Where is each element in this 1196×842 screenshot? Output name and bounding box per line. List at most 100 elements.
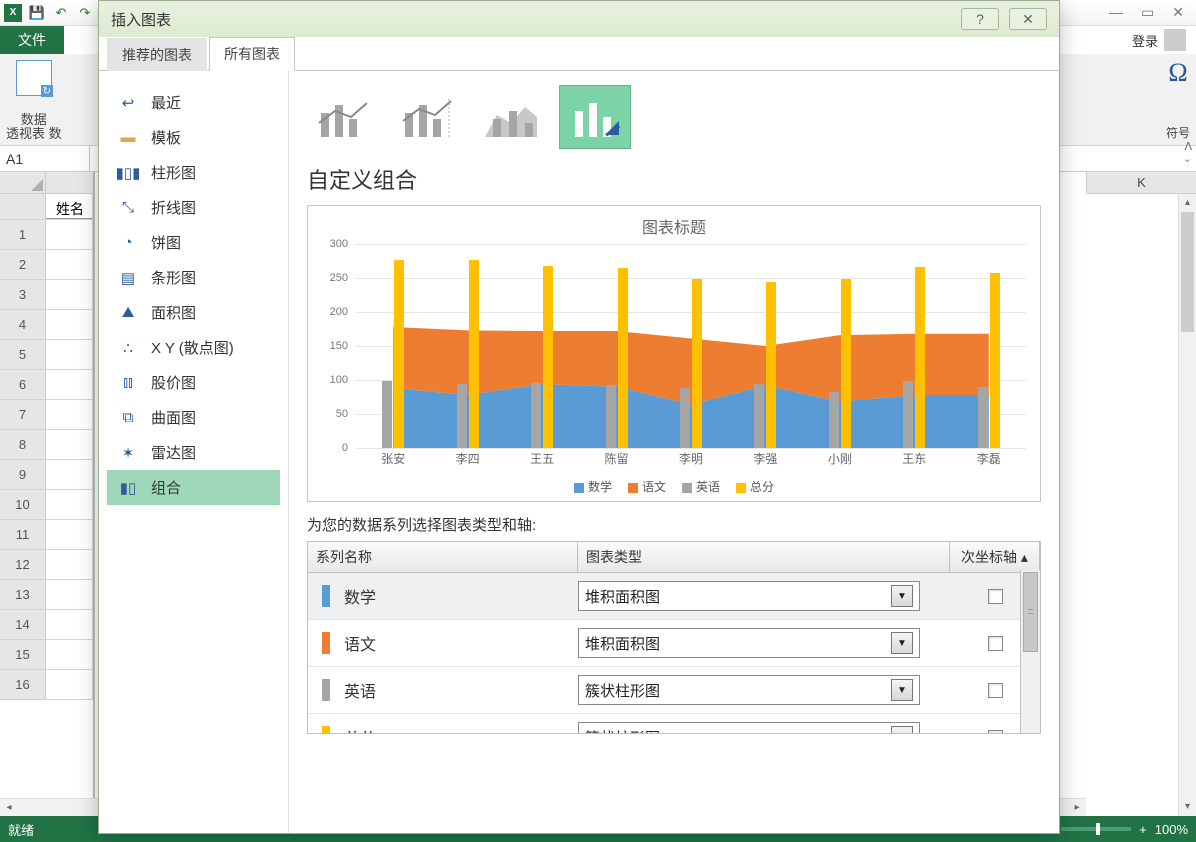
chart-legend: 数学 语文 英语 总分 xyxy=(318,478,1030,495)
dialog-titlebar: 插入图表 ? ✕ xyxy=(99,1,1059,37)
combo-subtype-custom[interactable] xyxy=(559,85,631,149)
category-label: 曲面图 xyxy=(151,407,196,428)
pie-chart-icon: ◔ xyxy=(117,234,139,252)
series-color-chip xyxy=(322,585,330,607)
login-link[interactable]: 登录 xyxy=(1132,31,1158,50)
save-icon[interactable]: 💾 xyxy=(28,4,46,22)
series-name: 总分 xyxy=(344,725,376,733)
series-table-scrollbar[interactable] xyxy=(1020,570,1040,733)
omega-icon[interactable]: Ω xyxy=(1168,58,1187,88)
undo-icon[interactable]: ↶ xyxy=(52,4,70,22)
zoom-slider[interactable] xyxy=(1061,827,1131,831)
column-header-A[interactable] xyxy=(46,172,93,193)
category-label: 折线图 xyxy=(151,197,196,218)
chart-type-select-chinese[interactable]: 堆积面积图▼ xyxy=(578,628,920,658)
pivot-table-icon[interactable] xyxy=(16,60,52,96)
secondary-axis-checkbox-math[interactable] xyxy=(988,589,1003,604)
series-row-chinese[interactable]: 语文 堆积面积图▼ xyxy=(308,620,1040,667)
category-stock[interactable]: ⫾⫾股价图 xyxy=(107,365,280,400)
scroll-thumb[interactable] xyxy=(1023,572,1038,652)
ribbon-group-pivot[interactable]: 数据 透视表 数 xyxy=(6,58,62,141)
combo-subtype-3[interactable] xyxy=(475,85,547,149)
dialog-help-button[interactable]: ? xyxy=(961,8,999,30)
series-table: 系列名称 图表类型 次坐标轴 ▴ 数学 堆积面积图▼ 语文 堆积面积图▼ xyxy=(307,541,1041,734)
redo-icon[interactable]: ↷ xyxy=(76,4,94,22)
series-row-total[interactable]: 总分 簇状柱形图▼ xyxy=(308,714,1040,733)
tab-recommended-charts[interactable]: 推荐的图表 xyxy=(107,38,207,71)
category-column[interactable]: ▮▯▮柱形图 xyxy=(107,155,280,190)
series-color-chip xyxy=(322,632,330,654)
file-tab[interactable]: 文件 xyxy=(0,26,64,54)
zoom-level[interactable]: 100% xyxy=(1155,822,1188,837)
col-header-chart-type[interactable]: 图表类型 xyxy=(578,542,950,572)
secondary-axis-checkbox-total[interactable] xyxy=(988,730,1003,734)
combo-subtype-1[interactable] xyxy=(307,85,379,149)
zoom-in-icon[interactable]: + xyxy=(1139,822,1147,837)
vertical-scrollbar[interactable]: ▴ ▾ xyxy=(1178,194,1196,816)
combo-subtype-row xyxy=(307,85,1041,149)
column-header-K[interactable]: K xyxy=(1086,172,1196,194)
category-area[interactable]: ⛰ 面积图 xyxy=(107,295,280,330)
category-surface[interactable]: ⧉曲面图 xyxy=(107,400,280,435)
folder-icon: ▬ xyxy=(117,129,139,147)
scroll-left-icon[interactable]: ◂ xyxy=(0,799,18,816)
avatar-icon[interactable] xyxy=(1164,29,1186,51)
series-color-chip xyxy=(322,726,330,733)
window-minimize-icon[interactable]: — xyxy=(1109,4,1123,21)
col-header-secondary-axis[interactable]: 次坐标轴 ▴ xyxy=(950,542,1040,572)
scroll-up-icon[interactable]: ▴ xyxy=(1179,194,1196,212)
category-label: X Y (散点图) xyxy=(151,337,234,358)
category-recent[interactable]: ↩最近 xyxy=(107,85,280,120)
legend-swatch-chinese xyxy=(628,483,638,493)
combo-value: 簇状柱形图 xyxy=(585,727,660,734)
chart-type-select-total[interactable]: 簇状柱形图▼ xyxy=(578,722,920,733)
category-bar[interactable]: ▤条形图 xyxy=(107,260,280,295)
chart-type-select-english[interactable]: 簇状柱形图▼ xyxy=(578,675,920,705)
formula-expand-icon[interactable]: ⌄ xyxy=(1183,152,1192,165)
category-combo[interactable]: ▮▯组合 xyxy=(107,470,280,505)
combo-value: 堆积面积图 xyxy=(585,633,660,654)
area-chart-icon: ⛰ xyxy=(117,304,139,322)
combo-subtype-2[interactable] xyxy=(391,85,463,149)
section-title: 自定义组合 xyxy=(307,163,1041,195)
chart-type-select-math[interactable]: 堆积面积图▼ xyxy=(578,581,920,611)
category-label: 最近 xyxy=(151,92,181,113)
select-all-corner[interactable] xyxy=(0,172,46,193)
window-restore-icon[interactable]: ▭ xyxy=(1141,4,1154,21)
dropdown-icon: ▼ xyxy=(891,679,913,701)
scroll-right-icon[interactable]: ▸ xyxy=(1068,799,1086,816)
scatter-chart-icon: ∴ xyxy=(117,339,139,357)
symbol-label: 符号 xyxy=(1166,124,1190,141)
status-text: 就绪 xyxy=(8,820,34,839)
scroll-down-icon[interactable]: ▾ xyxy=(1179,798,1196,816)
series-row-math[interactable]: 数学 堆积面积图▼ xyxy=(308,573,1040,620)
tab-all-charts[interactable]: 所有图表 xyxy=(209,37,295,71)
category-label: 雷达图 xyxy=(151,442,196,463)
ribbon-group-symbol[interactable]: Ω 符号 xyxy=(1166,58,1190,141)
combo-chart-icon: ▮▯ xyxy=(117,479,139,497)
secondary-axis-checkbox-english[interactable] xyxy=(988,683,1003,698)
category-label: 饼图 xyxy=(151,232,181,253)
legend-label: 英语 xyxy=(696,480,720,494)
legend-label: 总分 xyxy=(750,480,774,494)
line-chart-icon: ⤡ xyxy=(117,199,139,217)
scroll-thumb[interactable] xyxy=(1181,212,1194,332)
legend-label: 语文 xyxy=(642,480,666,494)
category-scatter[interactable]: ∴ X Y (散点图) xyxy=(107,330,280,365)
secondary-axis-checkbox-chinese[interactable] xyxy=(988,636,1003,651)
series-row-english[interactable]: 英语 簇状柱形图▼ xyxy=(308,667,1040,714)
name-box[interactable]: A1 xyxy=(0,146,90,171)
dialog-close-button[interactable]: ✕ xyxy=(1009,8,1047,30)
bar-chart-icon: ▤ xyxy=(117,269,139,287)
category-label: 股价图 xyxy=(151,372,196,393)
category-templates[interactable]: ▬ 模板 xyxy=(107,120,280,155)
window-close-icon[interactable]: ✕ xyxy=(1172,4,1184,21)
category-label: 模板 xyxy=(151,127,181,148)
category-radar[interactable]: ✶雷达图 xyxy=(107,435,280,470)
chart-title: 图表标题 xyxy=(318,214,1030,238)
col-header-series-name[interactable]: 系列名称 xyxy=(308,542,578,572)
category-line[interactable]: ⤡ 折线图 xyxy=(107,190,280,225)
column-chart-icon: ▮▯▮ xyxy=(117,164,139,182)
category-pie[interactable]: ◔ 饼图 xyxy=(107,225,280,260)
category-label: 面积图 xyxy=(151,302,196,323)
